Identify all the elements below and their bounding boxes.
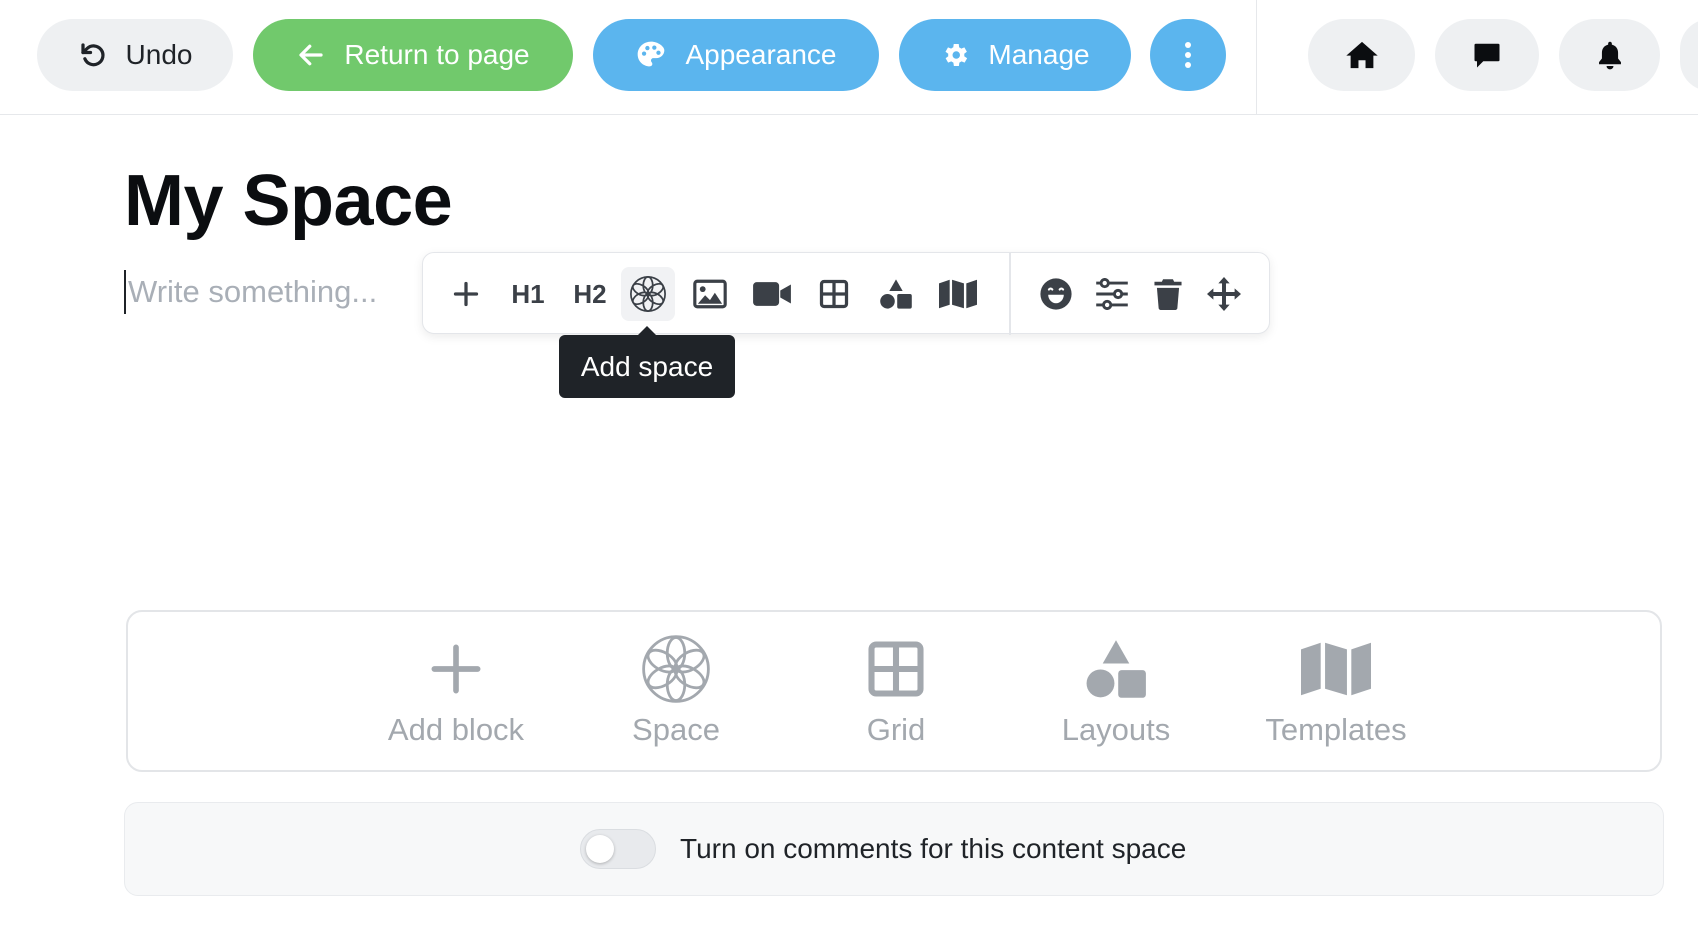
heading2-tool[interactable]: H2: [563, 267, 617, 321]
settings-tool[interactable]: [1085, 267, 1139, 321]
more-options-button[interactable]: [1150, 19, 1226, 91]
move-tool[interactable]: [1197, 267, 1251, 321]
top-bar: Undo Return to page Appearance Manage: [0, 0, 1698, 115]
appearance-button[interactable]: Appearance: [593, 19, 879, 91]
return-to-page-button[interactable]: Return to page: [253, 19, 573, 91]
appearance-label: Appearance: [685, 39, 837, 70]
bell-icon: [1598, 41, 1621, 70]
comments-toggle[interactable]: [580, 829, 656, 869]
image-icon: [693, 279, 727, 309]
editor-input[interactable]: [124, 270, 414, 314]
grid-option[interactable]: Grid: [796, 632, 996, 752]
notifications-button[interactable]: [1559, 19, 1660, 91]
add-block-panel: Add block Space Grid Layouts Templates: [126, 610, 1662, 772]
return-label: Return to page: [344, 39, 530, 70]
templates-tool[interactable]: [931, 267, 985, 321]
templates-option[interactable]: Templates: [1236, 632, 1436, 752]
page-title: My Space: [124, 161, 453, 241]
arrow-left-icon: [299, 44, 323, 66]
add-block-tool[interactable]: [439, 267, 493, 321]
sliders-icon: [1096, 278, 1128, 310]
video-icon: [753, 282, 791, 306]
topbar-divider: [1256, 0, 1257, 114]
toolbar-divider: [1009, 253, 1011, 335]
shapes-icon: [1086, 640, 1146, 698]
image-tool[interactable]: [683, 267, 737, 321]
undo-button[interactable]: Undo: [37, 19, 233, 91]
toggle-knob: [586, 835, 614, 863]
more-vertical-icon: [1185, 42, 1191, 68]
map-icon: [939, 279, 977, 309]
comments-setting: Turn on comments for this content space: [124, 802, 1664, 896]
layouts-label: Layouts: [1061, 712, 1171, 747]
h2-label: H2: [573, 278, 607, 309]
add-block-label: Add block: [387, 712, 525, 747]
undo-icon: [80, 43, 105, 67]
add-block-option[interactable]: Add block: [356, 632, 556, 752]
heading1-tool[interactable]: H1: [501, 267, 555, 321]
move-icon: [1207, 277, 1241, 311]
space-icon: [630, 276, 666, 312]
layouts-tool[interactable]: [869, 267, 923, 321]
space-icon: [642, 635, 710, 703]
space-label: Space: [632, 712, 720, 747]
h1-label: H1: [511, 278, 545, 309]
manage-button[interactable]: Manage: [899, 19, 1131, 91]
block-toolbar: H1 H2: [422, 252, 1270, 335]
overflow-button[interactable]: [1680, 19, 1698, 91]
space-option[interactable]: Space: [576, 632, 776, 752]
grid-icon: [819, 279, 849, 309]
templates-label: Templates: [1265, 712, 1407, 747]
layouts-option[interactable]: Layouts: [1016, 632, 1216, 752]
grid-icon: [868, 641, 924, 697]
home-icon: [1345, 41, 1378, 69]
palette-icon: [638, 41, 665, 67]
add-space-tool[interactable]: [621, 267, 675, 321]
home-button[interactable]: [1308, 19, 1415, 91]
delete-tool[interactable]: [1141, 267, 1195, 321]
comments-label: Turn on comments for this content space: [680, 833, 1187, 864]
manage-label: Manage: [988, 39, 1090, 70]
add-space-tooltip: Add space: [559, 326, 735, 398]
gear-icon: [945, 44, 968, 66]
emoji-tool[interactable]: [1029, 267, 1083, 321]
undo-label: Undo: [125, 39, 193, 70]
plus-icon: [431, 644, 481, 694]
trash-icon: [1154, 279, 1182, 310]
messages-button[interactable]: [1435, 19, 1539, 91]
grid-label: Grid: [866, 712, 926, 747]
plus-icon: [453, 281, 479, 307]
emoji-icon: [1040, 278, 1072, 310]
grid-tool[interactable]: [807, 267, 861, 321]
video-tool[interactable]: [745, 267, 799, 321]
map-icon: [1301, 642, 1371, 696]
shapes-icon: [880, 279, 912, 309]
chat-icon: [1474, 43, 1500, 68]
